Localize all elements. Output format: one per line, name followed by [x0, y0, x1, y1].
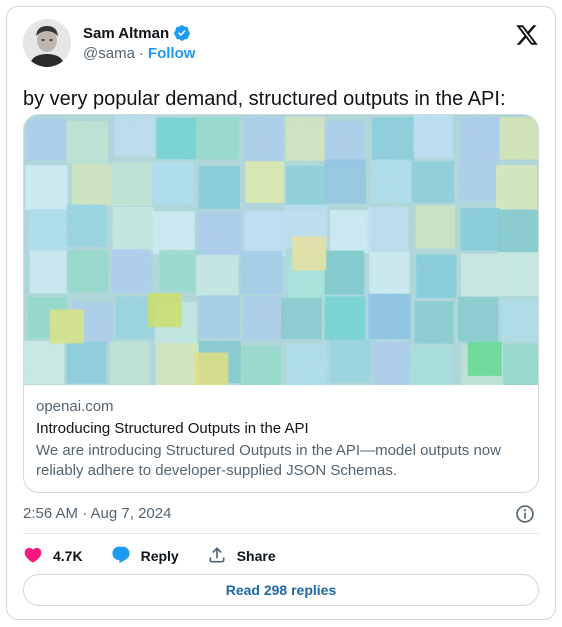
speech-bubble-icon — [111, 545, 131, 568]
link-preview-card[interactable]: openai.com Introducing Structured Output… — [23, 114, 539, 493]
follow-button[interactable]: Follow — [148, 45, 196, 62]
share-button[interactable]: Share — [207, 545, 276, 568]
x-logo-icon[interactable] — [515, 23, 539, 47]
tweet-text: by very popular demand, structured outpu… — [23, 88, 506, 110]
info-icon[interactable] — [515, 504, 535, 524]
card-domain: openai.com — [36, 398, 114, 415]
heart-icon — [23, 545, 43, 568]
action-bar: 4.7K Reply Share — [23, 543, 276, 569]
share-icon — [207, 545, 227, 568]
card-description: We are introducing Structured Outputs in… — [36, 442, 501, 479]
handle[interactable]: @sama — [83, 45, 135, 62]
avatar-image — [23, 19, 71, 67]
separator: · — [138, 45, 144, 62]
read-replies-button[interactable]: Read 298 replies — [23, 574, 539, 606]
name-row: Sam Altman — [83, 24, 191, 42]
card-title: Introducing Structured Outputs in the AP… — [36, 420, 309, 437]
handle-row: @sama · Follow — [83, 45, 195, 62]
timestamp-row: 2:56 AM · Aug 7, 2024 — [23, 502, 539, 526]
like-button[interactable]: 4.7K — [23, 545, 83, 568]
reply-label: Reply — [140, 548, 179, 564]
tweet-header: Sam Altman @sama · Follow — [23, 19, 539, 67]
card-image — [24, 115, 538, 385]
timestamp[interactable]: 2:56 AM · Aug 7, 2024 — [23, 505, 171, 522]
verified-badge-icon — [173, 24, 191, 42]
share-label: Share — [236, 548, 276, 564]
divider — [23, 533, 539, 534]
like-count: 4.7K — [53, 548, 83, 564]
tweet-card: Sam Altman @sama · Follow by very popula… — [6, 6, 556, 620]
reply-button[interactable]: Reply — [111, 545, 179, 568]
card-meta: openai.com Introducing Structured Output… — [36, 397, 526, 481]
avatar[interactable] — [23, 19, 71, 67]
display-name[interactable]: Sam Altman — [83, 25, 169, 42]
